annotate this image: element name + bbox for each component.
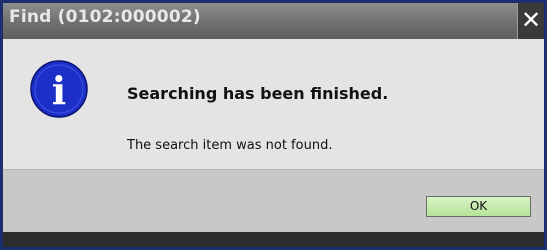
title-bar[interactable]: Find (0102:000002) ✕ [3,3,544,39]
close-button[interactable]: ✕ [517,3,544,39]
dialog-message: The search item was not found. [127,138,333,153]
info-icon-glyph: i [52,68,66,113]
dialog-body: i Searching has been finished. The searc… [3,39,544,169]
ok-button[interactable]: OK [426,196,531,217]
info-icon: i [30,60,88,118]
find-dialog-window: Find (0102:000002) ✕ i Searching has bee… [0,0,547,250]
window-title: Find (0102:000002) [9,7,201,27]
window-bottom-edge [3,232,544,247]
close-icon: ✕ [520,6,542,34]
button-bar: OK [3,169,544,232]
dialog-heading: Searching has been finished. [127,84,389,103]
